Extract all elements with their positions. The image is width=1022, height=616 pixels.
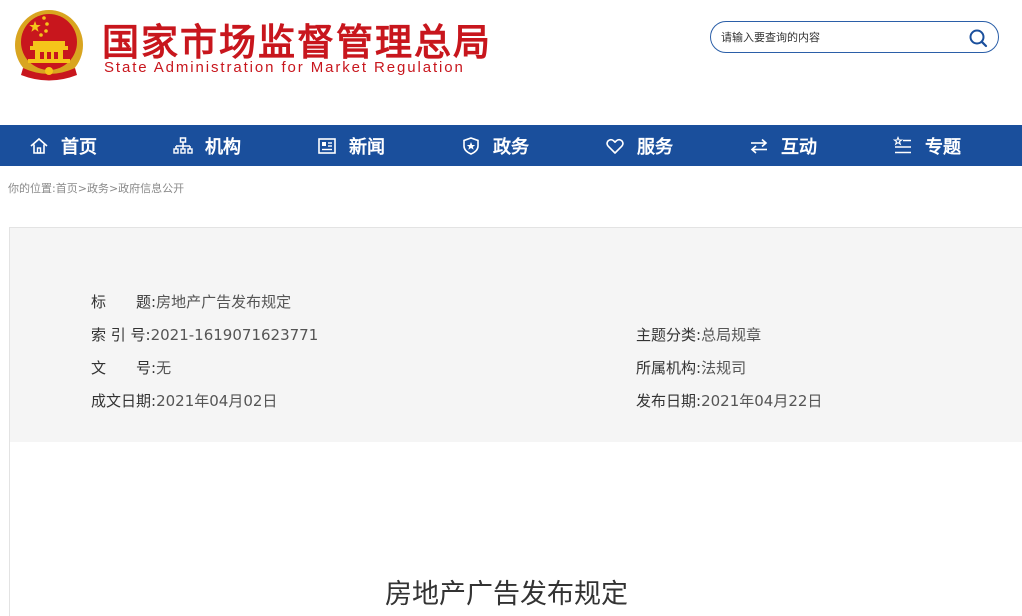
main-nav: 首页 机构 新闻 政务 服务 互动 专题 — [0, 125, 1022, 166]
info-org-label: 所属机构: — [636, 359, 702, 377]
breadcrumb-separator: > — [108, 182, 119, 195]
info-title-label: 标 题: — [91, 293, 157, 311]
nav-item-service[interactable]: 服务 — [605, 125, 735, 166]
info-written-date-row: 成文日期:2021年04月02日 — [91, 390, 277, 411]
info-written-date-label: 成文日期: — [91, 392, 157, 410]
org-chart-icon — [173, 136, 193, 154]
info-org-row: 所属机构:法规司 — [636, 357, 746, 378]
nav-label: 专题 — [925, 136, 961, 158]
info-category-row: 主题分类:总局规章 — [636, 324, 761, 345]
nav-item-org[interactable]: 机构 — [173, 125, 303, 166]
info-written-date-value: 2021年04月02日 — [156, 392, 278, 410]
info-published-date-row: 发布日期:2021年04月22日 — [636, 390, 822, 411]
nav-label: 互动 — [781, 136, 817, 158]
info-category-value: 总局规章 — [701, 326, 762, 344]
info-docno-label: 文 号: — [91, 359, 157, 377]
info-docno-value: 无 — [156, 359, 172, 377]
info-docno-row: 文 号:无 — [91, 357, 171, 378]
breadcrumb-prefix: 你的位置: — [8, 182, 56, 195]
home-icon — [30, 137, 48, 154]
breadcrumb-link-gov-affairs[interactable]: 政务 — [87, 182, 109, 195]
info-index-row: 索 引 号:2021-1619071623771 — [91, 324, 318, 345]
search-box — [710, 21, 999, 53]
info-index-label: 索 引 号: — [91, 326, 151, 344]
nav-label: 首页 — [61, 136, 97, 158]
site-title[interactable]: 国家市场监督管理总局 — [102, 12, 492, 66]
news-icon — [318, 137, 336, 154]
search-icon[interactable] — [968, 28, 988, 48]
info-published-date-value: 2021年04月22日 — [701, 392, 823, 410]
nav-item-news[interactable]: 新闻 — [317, 125, 447, 166]
breadcrumb-separator: > — [77, 182, 87, 195]
nav-item-gov-affairs[interactable]: 政务 — [461, 125, 591, 166]
info-index-value: 2021-1619071623771 — [150, 326, 319, 344]
exchange-arrows-icon — [750, 138, 768, 154]
info-title-row: 标 题:房地产广告发布规定 — [91, 291, 291, 312]
info-title-value: 房地产广告发布规定 — [156, 293, 292, 311]
search-input[interactable] — [721, 28, 961, 46]
nav-label: 政务 — [493, 136, 529, 158]
shield-badge-icon — [463, 136, 479, 155]
breadcrumb: 你的位置:首页>政务>政府信息公开 — [8, 180, 184, 196]
national-emblem-icon[interactable] — [13, 8, 85, 82]
star-list-icon — [893, 135, 911, 153]
article-title: 房地产广告发布规定 — [385, 579, 628, 610]
breadcrumb-link-gov-info[interactable]: 政府信息公开 — [118, 182, 184, 195]
nav-item-home[interactable]: 首页 — [29, 125, 159, 166]
info-category-label: 主题分类: — [636, 326, 702, 344]
heart-icon — [606, 138, 624, 154]
info-published-date-label: 发布日期: — [636, 392, 702, 410]
site-header: 国家市场监督管理总局 State Administration for Mark… — [0, 0, 1022, 125]
nav-label: 新闻 — [349, 136, 385, 158]
nav-item-interaction[interactable]: 互动 — [749, 125, 879, 166]
nav-item-topics[interactable]: 专题 — [893, 125, 1022, 166]
breadcrumb-link-home[interactable]: 首页 — [56, 182, 78, 195]
nav-label: 服务 — [637, 136, 673, 158]
site-subtitle: State Administration for Market Regulati… — [104, 59, 465, 76]
info-org-value: 法规司 — [701, 359, 747, 377]
nav-label: 机构 — [205, 136, 241, 158]
